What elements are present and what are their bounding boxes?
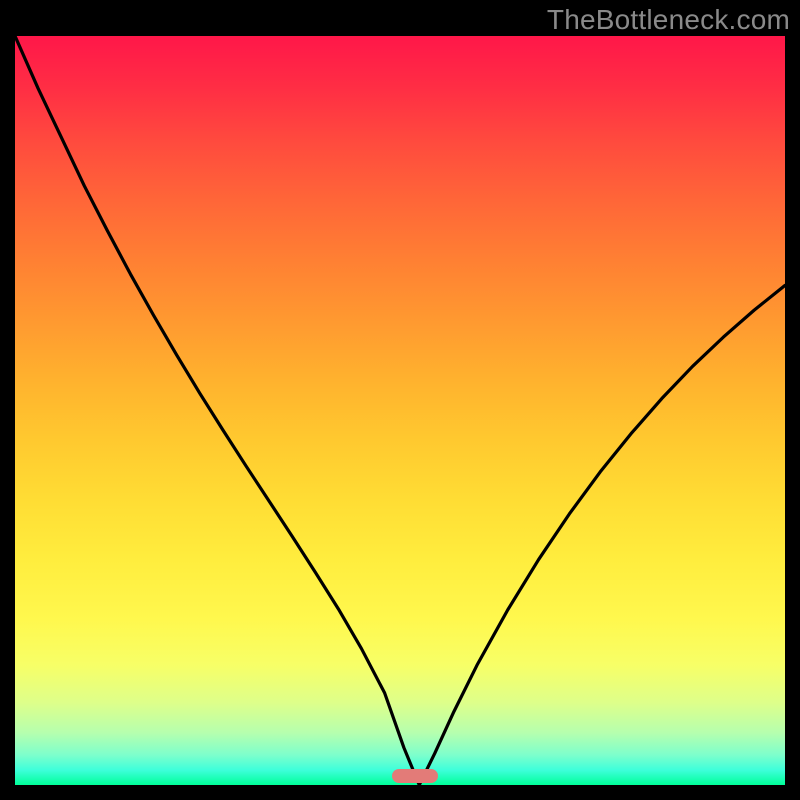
optimum-marker [392,769,438,783]
bottleneck-curve [15,36,785,785]
watermark-text: TheBottleneck.com [547,4,790,36]
plot-area [15,36,785,785]
chart-container: TheBottleneck.com [0,0,800,800]
